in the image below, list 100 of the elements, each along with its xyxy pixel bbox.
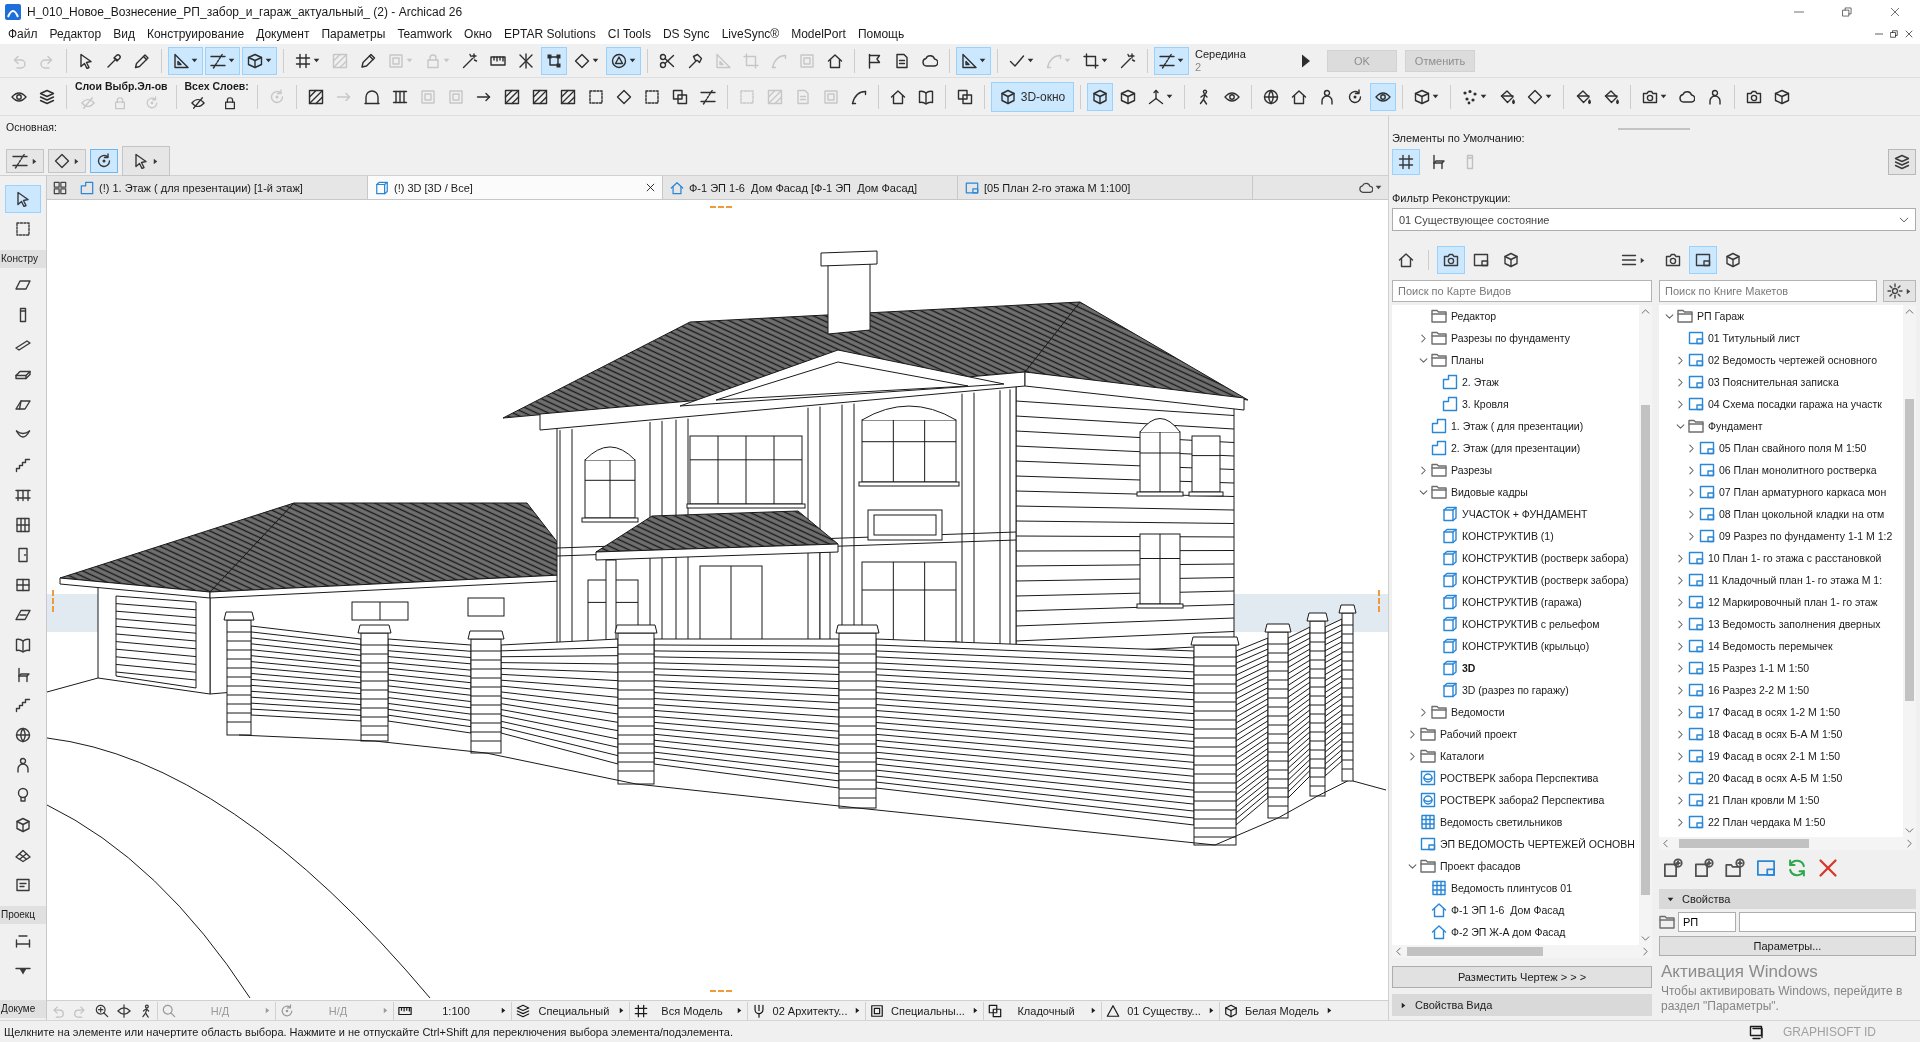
toolbox-section-header[interactable]: Докуме [0,1000,46,1018]
menu-item[interactable]: Документ [250,27,316,41]
tree-item[interactable]: 19 Фасад в осях 2-1 М 1:50 [1676,745,1841,767]
text-field[interactable] [1739,912,1916,932]
toolbar-button[interactable] [1154,46,1189,75]
scrollbar-thumb[interactable] [1905,399,1914,701]
option-dropdown[interactable]: 1:100 [393,1001,511,1020]
option-dropdown[interactable]: Специальный [511,1001,629,1020]
menu-item[interactable]: CI Tools [601,27,657,41]
tree-item[interactable]: Фундамент [1676,415,1763,437]
tree-item[interactable]: КОНСТРУКТИВ (гаража) [1442,591,1582,613]
tree-item[interactable]: 10 План 1- го этажа с расстановкой [1676,547,1882,569]
tree-item[interactable]: Ф-1 ЭП 1-6 Дом Фасад [1431,899,1565,921]
folder-plus-icon[interactable] [1725,858,1745,878]
navigator-mode-button[interactable] [1689,246,1717,274]
tree-item[interactable]: КОНСТРУКТИВ (ростверк забора) [1442,569,1629,591]
toolbar-button[interactable] [168,46,203,75]
scrollbar-thumb[interactable] [1679,839,1809,848]
chevron-up-icon[interactable] [1641,307,1650,316]
menu-item[interactable]: ModelPort [785,27,852,41]
tree-item[interactable]: РП Гараж [1665,305,1745,327]
info-box-button[interactable] [122,146,170,176]
tree-item[interactable]: 11 Кладочный план 1- го этажа М 1: [1676,569,1883,591]
search-field[interactable]: Поиск по Книге Макетов [1659,280,1877,302]
tree-item[interactable]: 04 Схема посадки гаража на участк [1676,393,1882,415]
info-box-button[interactable] [48,149,86,173]
tree-item[interactable]: 13 Ведомость заполнения дверных [1676,613,1881,635]
tree-item[interactable]: КОНСТРУКТИВ (1) [1442,525,1554,547]
tree-item[interactable]: Ведомость светильников [1420,811,1563,833]
toolbar-button[interactable] [541,46,567,75]
tree-item[interactable]: 14 Ведомость перемычек [1676,635,1833,657]
defaults-button[interactable] [1392,149,1420,175]
menu-item[interactable]: Teamwork [391,27,459,41]
chevron-up-icon[interactable] [1905,307,1914,316]
option-dropdown[interactable]: Вся Модель [629,1001,747,1020]
menu-item[interactable]: Файл [2,27,44,41]
sheet-icon[interactable] [1756,858,1776,878]
tree-item[interactable]: 07 План арматурного каркаса мон [1687,481,1887,503]
tree-item[interactable]: Каталоги [1408,745,1485,767]
monitor-icon[interactable] [1748,1023,1765,1040]
menu-item[interactable]: Вид [107,27,141,41]
resize-handle[interactable] [710,206,732,208]
tree-item[interactable]: 3D (разрез по гаражу) [1442,679,1569,701]
tree-item[interactable]: 1. Этаж ( для презентации) [1431,415,1584,437]
restore-icon[interactable] [1890,30,1898,38]
tree-item[interactable]: 18 Фасад в осях Б-А М 1:50 [1676,723,1843,745]
tree-item[interactable]: 2. Этаж [1442,371,1499,393]
scrollbar-thumb[interactable] [1407,947,1543,956]
restore-icon[interactable] [1842,7,1852,17]
tree-item[interactable]: 21 План кровли М 1:50 [1676,789,1820,811]
tree-item[interactable]: РОСТВЕРК забора Перспектива [1420,767,1599,789]
tree-item[interactable]: 12 Маркировочный план 1- го этаж [1676,591,1878,613]
tree-item[interactable]: 16 Разрез 2-2 М 1:50 [1676,679,1810,701]
toolbar-label-button[interactable]: 3D-окно [990,81,1075,112]
section-header[interactable]: Свойства [1659,889,1916,909]
option-dropdown[interactable]: 01 Существу... [1101,1001,1219,1020]
tool-button[interactable] [5,185,41,213]
menu-item[interactable]: Параметры [315,27,392,41]
tree-item[interactable]: 3D [1442,657,1476,679]
close-icon[interactable] [1905,30,1913,38]
toolbar-button[interactable] [606,46,641,75]
tree-item[interactable]: Разрезы [1419,459,1492,481]
chevron-right-icon[interactable] [1905,839,1914,848]
resize-handle[interactable] [52,590,54,612]
tree-item[interactable]: КОНСТРУКТИВ (крыльцо) [1442,635,1590,657]
resize-handle[interactable] [710,990,732,992]
chevron-left-icon[interactable] [1394,947,1403,956]
refresh-icon[interactable] [1787,858,1807,878]
sheet-plus-icon[interactable] [1663,858,1683,878]
toolbar-button[interactable] [205,46,240,75]
tree-item[interactable]: РОСТВЕРК забора2 Перспектива [1420,789,1605,811]
menu-item[interactable]: Редактор [43,27,108,41]
tree-item[interactable]: 17 Фасад в осях 1-2 М 1:50 [1676,701,1841,723]
search-field[interactable]: Поиск по Карте Видов [1392,280,1652,302]
menu-item[interactable]: Помощь [851,27,911,41]
resize-handle[interactable] [1378,590,1380,612]
toolbar-button[interactable] [956,46,991,75]
menu-item[interactable]: EPTAR Solutions [497,27,602,41]
close-icon[interactable] [646,183,655,192]
menu-item[interactable]: LiveSync® [715,27,786,41]
tree-item[interactable]: Редактор [1431,305,1497,327]
tree-item[interactable]: 03 Пояснительная записка [1676,371,1839,393]
scrollbar-thumb[interactable] [1641,405,1650,895]
tree-item[interactable]: УЧАСТОК + ФУНДАМЕНТ [1442,503,1588,525]
toolbox-section-header[interactable]: Констру [0,250,46,268]
option-dropdown[interactable]: Специальны... [865,1001,983,1020]
option-dropdown[interactable]: 02 Архитекту... [747,1001,865,1020]
tab[interactable]: (!) 3D [3D / Все] [368,176,663,199]
toolbar-button[interactable] [1087,82,1114,111]
tree-item[interactable]: Ф-2 ЭП Ж-А дом Фасад [1431,921,1566,943]
tree-item[interactable]: Видовые кадры [1419,481,1528,503]
tree-item[interactable]: 06 План монолитного ростверка [1687,459,1877,481]
option-dropdown[interactable]: Белая Модель [1219,1001,1337,1020]
chevron-down-icon[interactable] [1641,934,1650,943]
panel-button[interactable] [1888,149,1916,175]
tree-item[interactable]: 2. Этаж (для презентации) [1431,437,1581,459]
tree-item[interactable]: Планы [1419,349,1484,371]
text-field[interactable]: РП [1678,912,1736,932]
menu-item[interactable]: Конструирование [140,27,251,41]
tree-item[interactable]: ЭП ВЕДОМОСТЬ ЧЕРТЕЖЕЙ ОСНОВН [1420,833,1635,855]
